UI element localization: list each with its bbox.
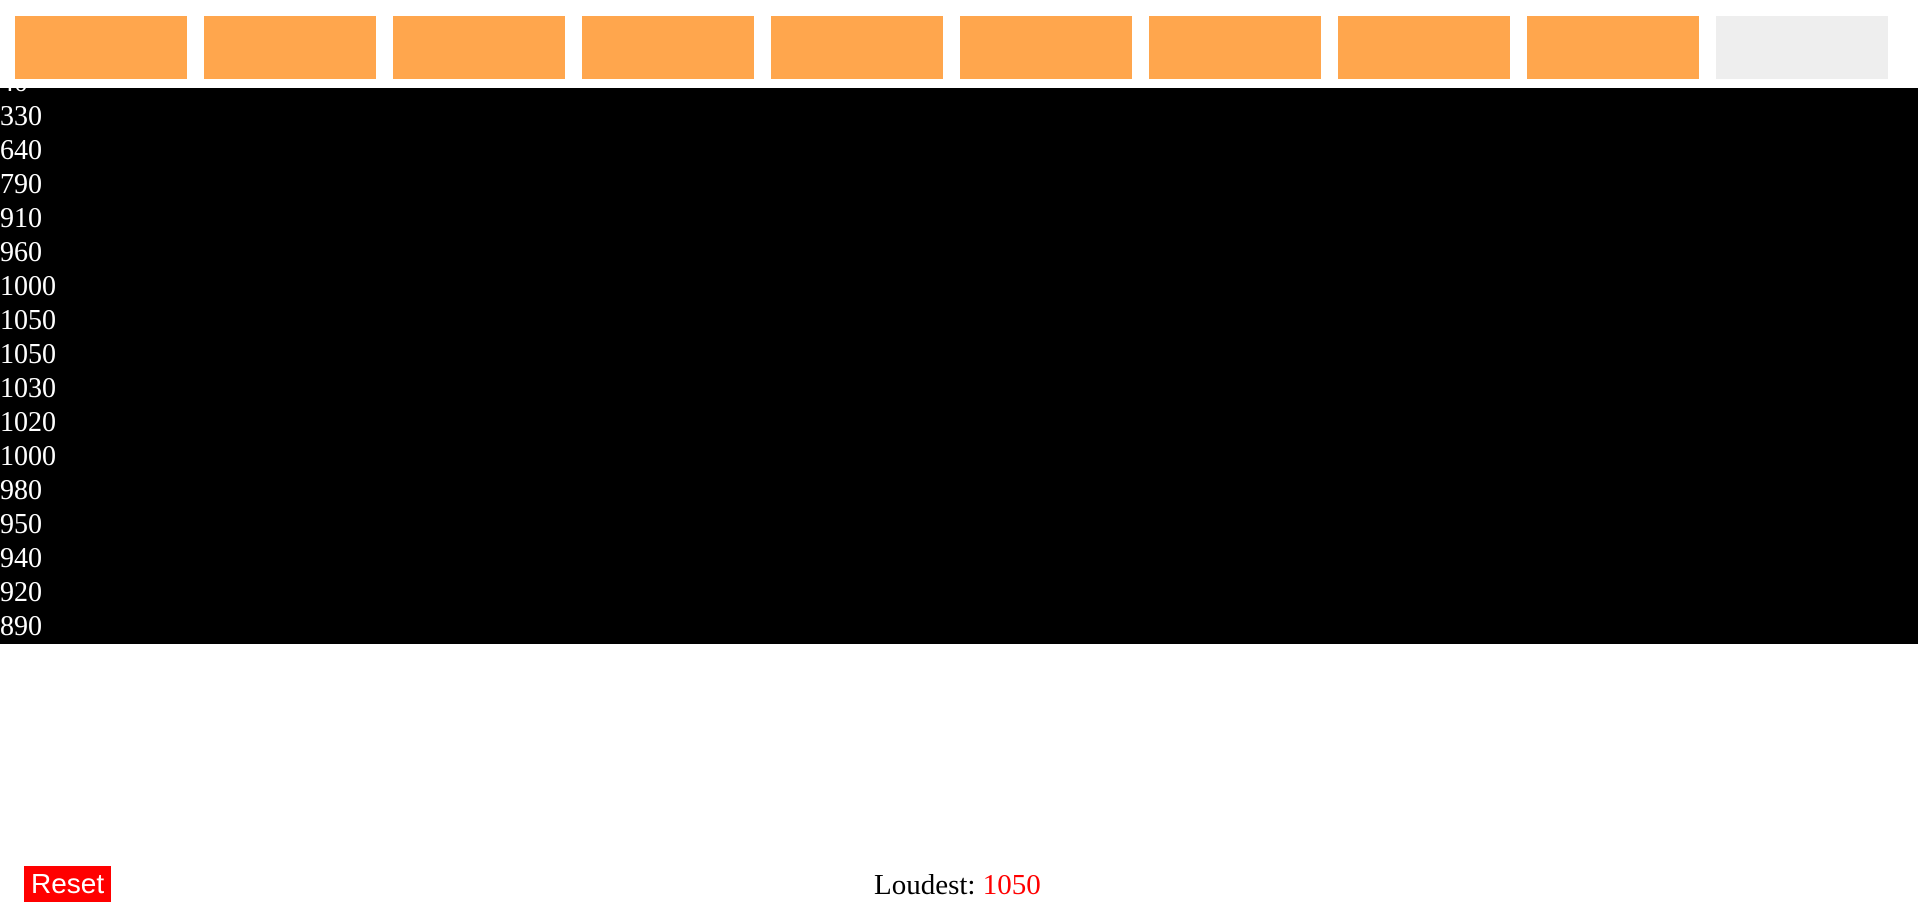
reading-line: 910 — [0, 203, 42, 234]
reading-line: 1050 — [0, 305, 56, 336]
loudest-value: 1050 — [982, 869, 1041, 901]
reading-line: 1000 — [0, 271, 56, 302]
reading-line: 1050 — [0, 339, 56, 370]
loudest-label: Loudest: — [874, 869, 976, 901]
reading-log[interactable]: 40 330 640 790 910 960 1000 1050 1050 10… — [0, 88, 1918, 644]
meter-segment — [1338, 16, 1510, 79]
reading-line: 1020 — [0, 407, 56, 438]
meter-segment — [960, 16, 1132, 79]
reading-line: 790 — [0, 169, 42, 200]
loudest-readout: Loudest: 1050 — [874, 866, 1041, 904]
reading-line: 640 — [0, 135, 42, 166]
reading-line: 890 — [0, 611, 42, 642]
reading-line: 950 — [0, 509, 42, 540]
meter-segment — [393, 16, 565, 79]
reading-line: 960 — [0, 237, 42, 268]
reading-line: 980 — [0, 475, 42, 506]
reading-line: 330 — [0, 101, 42, 132]
meter-segment — [1716, 16, 1888, 79]
reading-line: 40 — [0, 88, 56, 100]
reading-line: 1030 — [0, 373, 56, 404]
reset-button[interactable]: Reset — [24, 866, 112, 902]
meter-segment — [582, 16, 754, 79]
meter-segment — [1149, 16, 1321, 79]
meter-segment — [1527, 16, 1699, 79]
reading-line: 920 — [0, 577, 42, 608]
reading-list: 40 330 640 790 910 960 1000 1050 1050 10… — [0, 88, 56, 644]
reading-line: 940 — [0, 543, 42, 574]
reading-line: 1000 — [0, 441, 56, 472]
level-meter — [0, 0, 1918, 88]
meter-segment — [15, 16, 187, 79]
meter-segment — [771, 16, 943, 79]
meter-segment — [204, 16, 376, 79]
